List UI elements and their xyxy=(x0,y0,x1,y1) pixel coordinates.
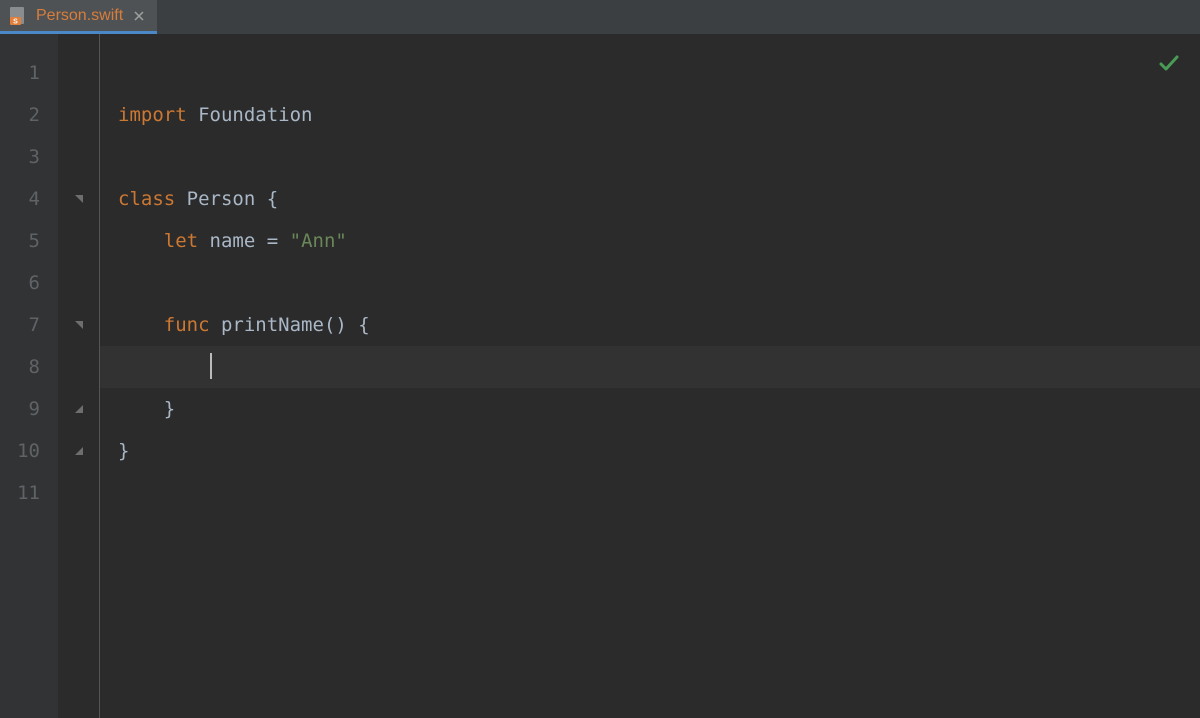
line-number[interactable]: 6 xyxy=(0,262,58,304)
text-caret xyxy=(210,353,212,379)
fold-expand-icon[interactable] xyxy=(72,318,86,332)
file-tab[interactable]: S Person.swift xyxy=(0,0,157,34)
code-line[interactable]: class Person { xyxy=(100,178,1200,220)
line-number[interactable]: 1 xyxy=(0,52,58,94)
code-line[interactable] xyxy=(100,262,1200,304)
code-line[interactable] xyxy=(100,472,1200,514)
code-line[interactable] xyxy=(100,136,1200,178)
tab-filename: Person.swift xyxy=(36,7,123,25)
close-icon[interactable] xyxy=(131,8,147,24)
code-line[interactable]: } xyxy=(100,430,1200,472)
code-line[interactable]: } xyxy=(100,388,1200,430)
line-number[interactable]: 9 xyxy=(0,388,58,430)
code-line[interactable]: let name = "Ann" xyxy=(100,220,1200,262)
line-number-gutter: 1 2 3 4 5 6 7 8 9 10 11 xyxy=(0,34,58,718)
line-number[interactable]: 3 xyxy=(0,136,58,178)
fold-gutter xyxy=(58,34,100,718)
line-number[interactable]: 5 xyxy=(0,220,58,262)
tab-bar: S Person.swift xyxy=(0,0,1200,34)
fold-expand-icon[interactable] xyxy=(72,192,86,206)
fold-collapse-icon[interactable] xyxy=(72,402,86,416)
line-number[interactable]: 7 xyxy=(0,304,58,346)
line-number[interactable]: 10 xyxy=(0,430,58,472)
code-line-active[interactable] xyxy=(100,346,1200,388)
swift-file-icon: S xyxy=(8,6,28,26)
code-line[interactable]: func printName() { xyxy=(100,304,1200,346)
svg-text:S: S xyxy=(13,18,18,25)
code-line[interactable]: import Foundation xyxy=(100,94,1200,136)
fold-collapse-icon[interactable] xyxy=(72,444,86,458)
line-number[interactable]: 8 xyxy=(0,346,58,388)
code-area[interactable]: import Foundation class Person { let nam… xyxy=(100,34,1200,718)
line-number[interactable]: 4 xyxy=(0,178,58,220)
line-number[interactable]: 2 xyxy=(0,94,58,136)
line-number[interactable]: 11 xyxy=(0,472,58,514)
code-line[interactable] xyxy=(100,52,1200,94)
editor: 1 2 3 4 5 6 7 8 9 10 11 xyxy=(0,34,1200,718)
